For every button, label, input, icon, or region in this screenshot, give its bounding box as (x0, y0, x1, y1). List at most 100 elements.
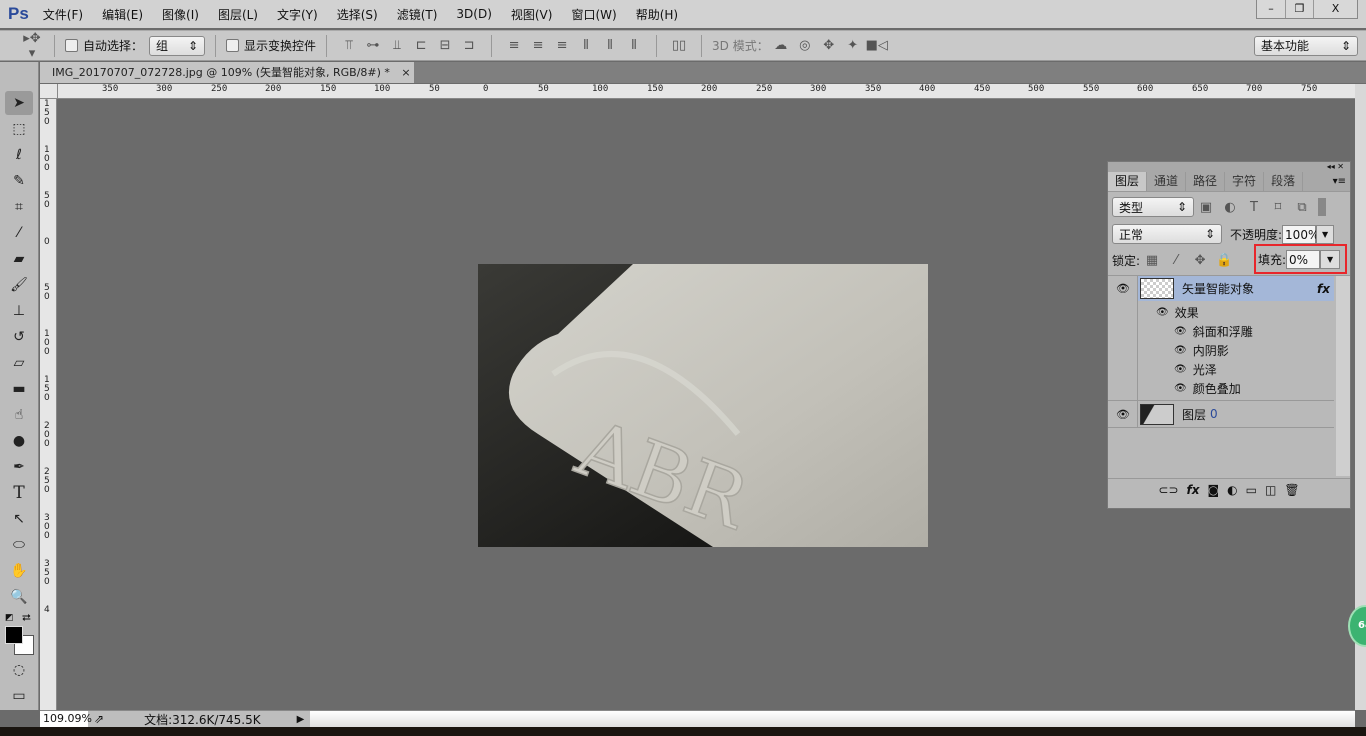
pen-tool-icon[interactable]: ✒ (5, 455, 33, 479)
align-left-icon[interactable]: ⊏ (409, 38, 433, 53)
filter-type-icon[interactable]: T (1242, 200, 1266, 215)
tab-character[interactable]: 字符 (1225, 172, 1265, 191)
auto-select-checkbox[interactable] (65, 39, 78, 52)
brush-tool-icon[interactable]: 🖌 (5, 273, 33, 297)
distribute-vcenter-icon[interactable]: ≡ (526, 38, 550, 53)
lock-position-icon[interactable]: ✥ (1188, 253, 1212, 268)
visibility-eye-icon[interactable]: 👁 (1174, 383, 1187, 394)
move-tool-icon[interactable]: ➤ (5, 91, 33, 115)
distribute-top-icon[interactable]: ≡ (502, 38, 526, 53)
share-icon[interactable]: ⇗ (94, 712, 104, 726)
floating-badge[interactable]: 64 (1348, 605, 1366, 647)
delete-layer-icon[interactable]: 🗑 (1284, 483, 1299, 497)
add-style-icon[interactable]: fx (1187, 483, 1200, 497)
visibility-eye-icon[interactable]: 👁 (1174, 345, 1187, 356)
panel-header[interactable]: ◂◂ ✕ (1108, 162, 1350, 172)
menu-window[interactable]: 窗口(W) (571, 6, 616, 23)
workspace-dropdown[interactable]: 基本功能 ⇕ (1254, 35, 1358, 56)
stamp-tool-icon[interactable]: ⊥ (5, 299, 33, 323)
history-brush-tool-icon[interactable]: ↺ (5, 325, 33, 349)
visibility-eye-icon[interactable]: 👁 (1108, 408, 1138, 421)
distribute-right-icon[interactable]: ⦀ (622, 38, 646, 53)
lock-pixels-icon[interactable]: ⁄ (1164, 253, 1188, 268)
quick-select-tool-icon[interactable]: ✎ (5, 169, 33, 193)
crop-tool-icon[interactable]: ⌗ (5, 195, 33, 219)
layer-row-layer0[interactable]: 👁 图层 0 (1108, 400, 1334, 428)
menu-select[interactable]: 选择(S) (337, 6, 378, 23)
3d-slide-icon[interactable]: ✦ (841, 38, 865, 53)
hand-tool-icon[interactable]: ✋ (5, 559, 33, 583)
horizontal-scrollbar[interactable] (310, 710, 1355, 728)
add-mask-icon[interactable]: ◙ (1208, 483, 1220, 497)
menu-3d[interactable]: 3D(D) (456, 7, 491, 21)
menu-image[interactable]: 图像(I) (162, 6, 199, 23)
fx-icon[interactable]: fx (1317, 282, 1334, 296)
visibility-eye-icon[interactable]: 👁 (1156, 307, 1169, 318)
3d-roll-icon[interactable]: ◎ (793, 38, 817, 53)
move-tool-preset-icon[interactable]: ▸✥ ▾ (20, 31, 44, 61)
3d-camera-icon[interactable]: ■◁ (865, 38, 889, 53)
zoom-level-input[interactable]: 109.09% (40, 711, 92, 727)
default-colors-icon[interactable]: ◩ (5, 613, 14, 623)
menu-filter[interactable]: 滤镜(T) (397, 6, 438, 23)
eyedropper-tool-icon[interactable]: ⁄ (5, 221, 33, 245)
fill-dropdown-icon[interactable]: ▼ (1320, 249, 1341, 269)
tab-paths[interactable]: 路径 (1186, 172, 1226, 191)
filter-kind-dropdown[interactable]: 类型 ⇕ (1112, 197, 1194, 217)
layers-scrollbar[interactable] (1336, 276, 1350, 476)
menu-layer[interactable]: 图层(L) (218, 6, 258, 23)
lasso-tool-icon[interactable]: ℓ (5, 143, 33, 167)
zoom-tool-icon[interactable]: 🔍 (5, 585, 33, 609)
opacity-dropdown-icon[interactable]: ▼ (1316, 224, 1335, 244)
align-right-icon[interactable]: ⊐ (457, 38, 481, 53)
swap-colors-icon[interactable]: ⮂ (22, 611, 31, 625)
distribute-left-icon[interactable]: ⦀ (574, 38, 598, 53)
auto-align-icon[interactable]: ▯▯ (667, 38, 691, 53)
type-tool-icon[interactable]: T (5, 481, 33, 505)
ruler-origin[interactable] (40, 84, 58, 99)
lock-transparent-icon[interactable]: ▦ (1140, 253, 1164, 268)
document-tab[interactable]: IMG_20170707_072728.jpg @ 109% (矢量智能对象, … (40, 62, 414, 83)
status-menu-arrow-icon[interactable]: ▶ (297, 714, 305, 725)
eraser-tool-icon[interactable]: ▱ (5, 351, 33, 375)
lock-all-icon[interactable]: 🔒 (1212, 253, 1236, 268)
distribute-hcenter-icon[interactable]: ⦀ (598, 38, 622, 53)
close-button[interactable]: X (1313, 0, 1357, 18)
blur-tool-icon[interactable]: ☝ (5, 403, 33, 427)
quick-mask-icon[interactable]: ◌ (5, 658, 33, 682)
effect-row[interactable]: 👁 颜色叠加 (1108, 379, 1334, 398)
effect-row[interactable]: 👁 内阴影 (1108, 341, 1334, 360)
align-top-icon[interactable]: ⫪ (337, 38, 361, 53)
close-tab-icon[interactable]: × (401, 66, 410, 79)
collapse-icon[interactable]: ◂◂ ✕ (1327, 162, 1344, 171)
menu-type[interactable]: 文字(Y) (277, 6, 318, 23)
visibility-eye-icon[interactable]: 👁 (1174, 326, 1187, 337)
menu-file[interactable]: 文件(F) (43, 6, 83, 23)
effect-row[interactable]: 👁 斜面和浮雕 (1108, 322, 1334, 341)
menu-view[interactable]: 视图(V) (511, 6, 553, 23)
distribute-bottom-icon[interactable]: ≡ (550, 38, 574, 53)
visibility-eye-icon[interactable]: 👁 (1174, 364, 1187, 375)
opacity-input[interactable]: 100% (1282, 224, 1319, 244)
layer-row-smart-object[interactable]: 👁 矢量智能对象 fx (1108, 276, 1334, 301)
align-hcenter-icon[interactable]: ⊟ (433, 38, 457, 53)
tab-channels[interactable]: 通道 (1147, 172, 1187, 191)
filter-adjust-icon[interactable]: ◐ (1218, 200, 1242, 215)
healing-brush-tool-icon[interactable]: ▰ (5, 247, 33, 271)
auto-select-dropdown[interactable]: 组 ⇕ (149, 35, 206, 56)
3d-orbit-icon[interactable]: ☁ (769, 38, 793, 53)
tab-layers[interactable]: 图层 (1108, 172, 1148, 191)
align-bottom-icon[interactable]: ⫫ (385, 38, 409, 53)
fill-input[interactable]: 0% (1286, 249, 1321, 269)
align-vcenter-icon[interactable]: ⊶ (361, 38, 385, 53)
menu-edit[interactable]: 编辑(E) (102, 6, 143, 23)
filter-pixel-icon[interactable]: ▣ (1194, 200, 1218, 215)
marquee-tool-icon[interactable]: ⬚ (5, 117, 33, 141)
filter-shape-icon[interactable]: ⌑ (1266, 200, 1290, 215)
foreground-color[interactable] (5, 626, 23, 644)
path-select-tool-icon[interactable]: ↖ (5, 507, 33, 531)
minimize-button[interactable]: – (1257, 0, 1285, 18)
effect-row[interactable]: 👁 光泽 (1108, 360, 1334, 379)
tools-grip[interactable] (0, 62, 38, 90)
canvas-image[interactable]: ABR (478, 264, 928, 547)
